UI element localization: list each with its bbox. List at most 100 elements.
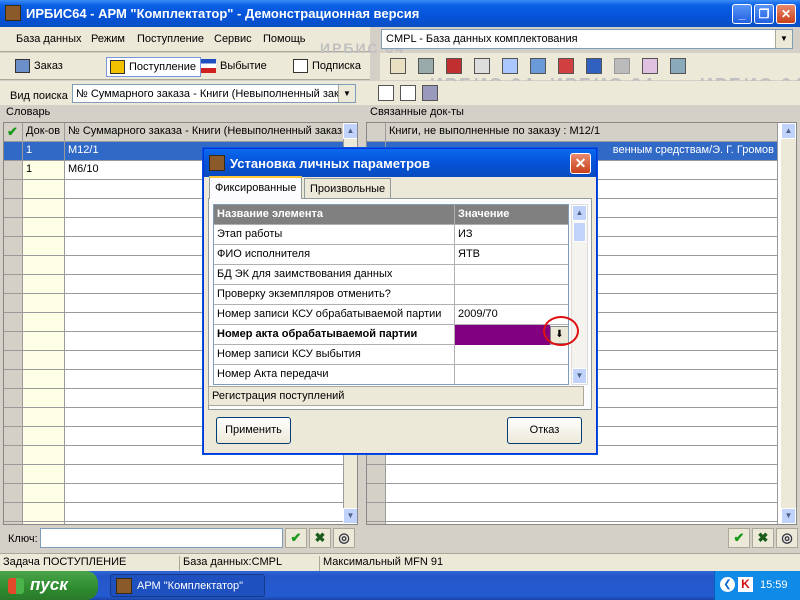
cancel-x-icon[interactable]: ✖: [752, 528, 774, 548]
tray-arrow-icon[interactable]: ❮: [720, 577, 735, 592]
parameters-scrollbar[interactable]: ▲ ▼: [571, 204, 588, 385]
empty-cell: [4, 256, 23, 275]
dialog-close-button[interactable]: ✕: [570, 153, 591, 174]
table-row[interactable]: Этап работы ИЗ: [214, 225, 568, 245]
param-value[interactable]: ИЗ: [455, 225, 568, 245]
database-select[interactable]: CMPL - База данных комплектования ▼: [381, 29, 793, 49]
empty-cell: [4, 522, 23, 524]
param-value[interactable]: ЯТВ: [455, 245, 568, 265]
cancel-button[interactable]: Отказ: [507, 417, 582, 444]
menu-database[interactable]: База данных: [16, 33, 82, 45]
dialog-titlebar[interactable]: Установка личных параметров ✕: [204, 149, 596, 177]
tab-panel: Название элемента Значение Этап работы И…: [208, 198, 592, 410]
scroll-up-icon[interactable]: ▲: [343, 123, 357, 139]
menu-help[interactable]: Помощь: [263, 33, 306, 45]
table-row[interactable]: Номер Акта передачи: [214, 365, 568, 384]
key-label: Ключ:: [8, 533, 38, 545]
close-button[interactable]: ✕: [776, 4, 796, 24]
param-value[interactable]: [455, 285, 568, 305]
taskbar-app-button[interactable]: АРМ "Комплектатор": [110, 574, 265, 597]
empty-cell: [4, 427, 23, 446]
edit-icon[interactable]: [390, 58, 406, 74]
start-button[interactable]: пуск: [0, 571, 98, 600]
row-indicator: [367, 123, 386, 142]
document-icon[interactable]: [502, 58, 518, 74]
tab-custom[interactable]: Произвольные: [304, 178, 392, 198]
menu-mode[interactable]: Режим: [91, 33, 125, 45]
new-document-icon[interactable]: [378, 85, 394, 101]
confirm-check-icon[interactable]: ✔: [728, 528, 750, 548]
row-indicator: [4, 142, 23, 161]
param-value-active[interactable]: [455, 325, 550, 345]
scroll-thumb[interactable]: [573, 222, 586, 242]
empty-cell: [4, 313, 23, 332]
copy-icon[interactable]: [474, 58, 490, 74]
print-icon[interactable]: [418, 58, 434, 74]
column-header-linked[interactable]: Книги, не выполненные по заказу : M12/1: [386, 123, 778, 142]
linked-docs-scrollbar[interactable]: ▲ ▼: [781, 123, 796, 524]
pages-icon[interactable]: [530, 58, 546, 74]
table-row-count[interactable]: 1: [23, 161, 65, 180]
binoculars-icon[interactable]: ◎: [776, 528, 798, 548]
disposal-button[interactable]: Выбытие: [198, 57, 271, 77]
window-titlebar[interactable]: ИРБИС64 - АРМ "Комплектатор" - Демонстра…: [0, 0, 800, 27]
empty-cell: [23, 294, 65, 313]
subscription-button[interactable]: Подписка: [290, 57, 365, 77]
table-row-count[interactable]: 1: [23, 142, 65, 161]
menu-receipt[interactable]: Поступление: [137, 33, 204, 45]
empty-cell: [386, 522, 778, 524]
stamp-icon[interactable]: [614, 58, 630, 74]
scroll-up-icon[interactable]: ▲: [572, 205, 587, 221]
binoculars-icon[interactable]: ◎: [333, 528, 355, 548]
refresh-icon[interactable]: [670, 58, 686, 74]
chevron-down-icon[interactable]: ▼: [775, 30, 792, 48]
param-value[interactable]: [455, 265, 568, 285]
receipt-button[interactable]: Поступление: [106, 57, 202, 77]
empty-cell: [4, 465, 23, 484]
tree-icon[interactable]: [422, 85, 438, 101]
empty-cell: [23, 332, 65, 351]
clock[interactable]: 15:59: [760, 579, 788, 591]
chevron-down-icon[interactable]: ▼: [338, 85, 355, 102]
column-header-count[interactable]: Док-ов: [23, 123, 65, 142]
empty-cell: [23, 275, 65, 294]
table-row[interactable]: БД ЭК для заимствования данных: [214, 265, 568, 285]
receipt-icon: [110, 60, 125, 74]
scroll-up-icon[interactable]: ▲: [781, 123, 796, 139]
scroll-down-icon[interactable]: ▼: [781, 508, 796, 524]
blank-document-icon[interactable]: [400, 85, 416, 101]
minimize-button[interactable]: _: [732, 4, 752, 24]
empty-cell: [23, 465, 65, 484]
apply-button[interactable]: Применить: [216, 417, 291, 444]
windows-logo-icon: [8, 578, 24, 594]
tab-fixed[interactable]: Фиксированные: [209, 176, 303, 199]
key-input[interactable]: [40, 528, 283, 548]
table-row[interactable]: Номер записи КСУ обрабатываемой партии 2…: [214, 305, 568, 325]
search-type-select[interactable]: № Суммарного заказа - Книги (Невыполненн…: [72, 84, 356, 103]
graph-icon[interactable]: [642, 58, 658, 74]
column-header-order[interactable]: № Суммарного заказа - Книги (Невыполненн…: [65, 123, 344, 142]
confirm-check-icon[interactable]: ✔: [285, 528, 307, 548]
database-select-value: CMPL - База данных комплектования: [386, 33, 578, 45]
table-row-active[interactable]: Номер акта обрабатываемой партии ⬇: [214, 325, 568, 345]
table-row[interactable]: ФИО исполнителя ЯТВ: [214, 245, 568, 265]
list-icon[interactable]: [586, 58, 602, 74]
restore-button[interactable]: ❐: [754, 4, 774, 24]
cancel-x-icon[interactable]: ✖: [309, 528, 331, 548]
param-value[interactable]: [455, 345, 568, 365]
check-icon[interactable]: ✔: [4, 123, 23, 142]
menu-service[interactable]: Сервис: [214, 33, 252, 45]
empty-cell: [23, 256, 65, 275]
order-button[interactable]: Заказ: [12, 57, 67, 77]
table-row[interactable]: Номер записи КСУ выбытия: [214, 345, 568, 365]
scroll-down-icon[interactable]: ▼: [343, 508, 357, 524]
scroll-down-icon[interactable]: ▼: [572, 368, 587, 384]
empty-cell: [4, 275, 23, 294]
empty-cell: [367, 465, 386, 484]
empty-cell: [23, 218, 65, 237]
table-row[interactable]: Проверку экземпляров отменить?: [214, 285, 568, 305]
bookmark-icon[interactable]: [446, 58, 462, 74]
antivirus-icon[interactable]: K: [738, 577, 753, 592]
chart-icon[interactable]: [558, 58, 574, 74]
param-value[interactable]: [455, 365, 568, 384]
